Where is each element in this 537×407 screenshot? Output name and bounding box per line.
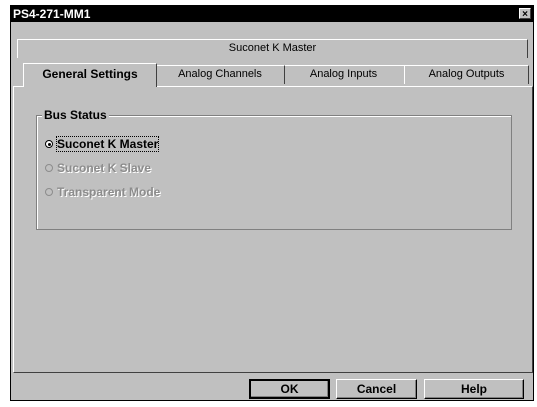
tab-label: Analog Outputs xyxy=(428,68,505,80)
help-button[interactable]: Help xyxy=(424,379,524,399)
close-button[interactable]: × xyxy=(519,8,531,20)
radio-transparent-mode[interactable]: Transparent Mode xyxy=(45,185,160,199)
radio-suconet-k-slave[interactable]: Suconet K Slave xyxy=(45,161,151,175)
tab-label: Suconet K Master xyxy=(228,42,317,54)
tab-label: Analog Inputs xyxy=(309,68,378,80)
tab-label: General Settings xyxy=(42,67,138,81)
tab-label: Analog Channels xyxy=(178,68,262,80)
window-title: PS4-271-MM1 xyxy=(13,7,91,21)
cancel-button[interactable]: Cancel xyxy=(336,379,417,399)
radio-label: Transparent Mode xyxy=(57,185,161,199)
ok-button[interactable]: OK xyxy=(249,379,330,399)
tab-analog-inputs[interactable]: Analog Inputs xyxy=(281,65,406,84)
radio-icon xyxy=(45,164,53,172)
radio-label: Suconet K Master xyxy=(55,136,160,152)
radio-icon xyxy=(45,188,53,196)
group-label: Bus Status xyxy=(42,108,109,122)
close-icon: × xyxy=(522,9,528,20)
radio-selected-icon xyxy=(45,140,53,148)
title-bar: PS4-271-MM1 × xyxy=(11,6,533,22)
radio-label: Suconet K Slave xyxy=(57,161,152,175)
tab-suconet-k-master[interactable]: Suconet K Master xyxy=(17,39,528,58)
tab-analog-outputs[interactable]: Analog Outputs xyxy=(404,65,529,84)
radio-suconet-k-master[interactable]: Suconet K Master xyxy=(45,136,160,152)
tab-general-settings[interactable]: General Settings xyxy=(23,63,157,87)
tab-analog-channels[interactable]: Analog Channels xyxy=(155,65,285,84)
